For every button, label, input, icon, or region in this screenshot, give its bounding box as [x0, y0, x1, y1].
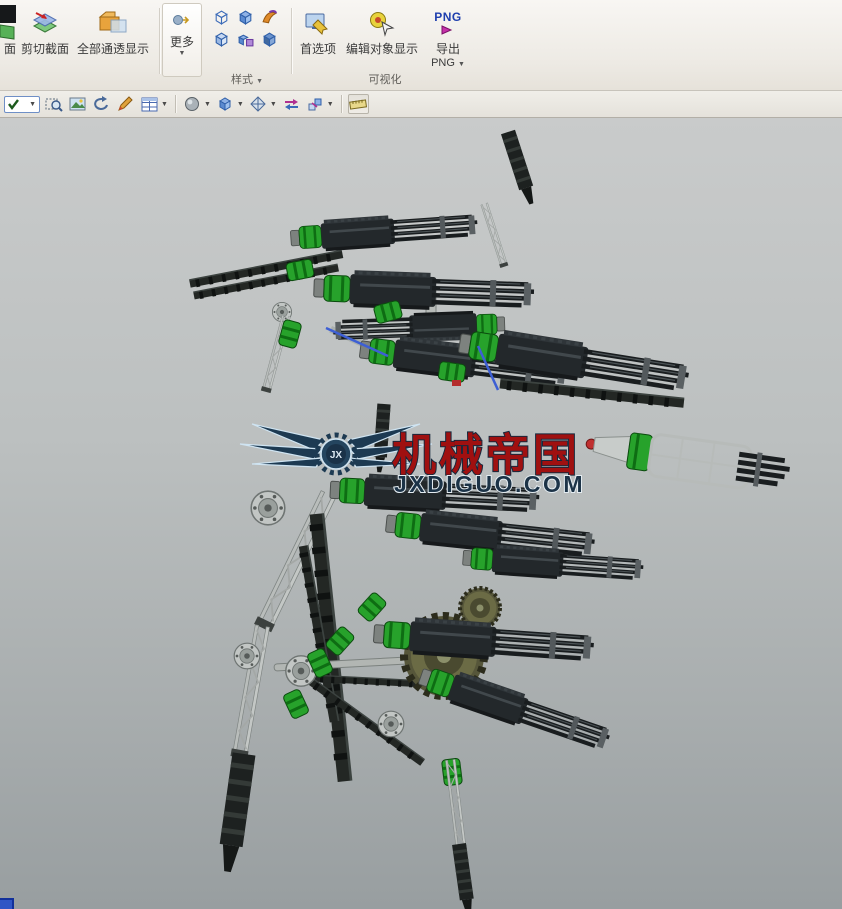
selection-filter-dropdown[interactable]: ▼ [4, 96, 40, 113]
export-label: 导出 [436, 42, 460, 56]
clip-section-icon [31, 5, 59, 41]
style-artistic-icon[interactable] [259, 8, 280, 27]
more-icon [172, 6, 192, 34]
view-orient-icon[interactable] [248, 94, 269, 114]
ribbon: 面 剪切截面 全部通透显示 [0, 0, 842, 91]
show-translucent-label: 全部通透显示 [77, 42, 149, 56]
lower-assembly [216, 472, 644, 909]
style-group: 样式 ▼ [205, 0, 289, 90]
edit-object-display-button[interactable]: 编辑对象显示 [344, 3, 420, 56]
render-cube-icon[interactable] [215, 94, 236, 114]
style-cube-shaded-icon[interactable] [235, 8, 256, 27]
more-label: 更多 [170, 35, 194, 49]
style-cube-light-icon[interactable] [211, 30, 232, 49]
transform-arrow[interactable]: ▼ [327, 101, 334, 108]
more-dropdown-arrow[interactable]: ▼ [179, 50, 186, 58]
grid-dropdown-arrow[interactable]: ▼ [161, 101, 168, 108]
show-translucent-button[interactable]: 全部通透显示 [70, 3, 156, 56]
export-png-button[interactable]: PNG 导出 PNG ▼ [422, 3, 474, 69]
render-cube-arrow[interactable]: ▼ [237, 101, 244, 108]
snapshot-icon[interactable] [67, 94, 88, 114]
clip-section-button[interactable]: 剪切截面 [21, 3, 69, 56]
render-sphere-arrow[interactable]: ▼ [204, 101, 211, 108]
style-cube-pair-icon[interactable] [235, 30, 256, 49]
view-orient-arrow[interactable]: ▼ [270, 101, 277, 108]
quick-toolbar: ▼ ▼ [0, 91, 842, 118]
preferences-icon [304, 5, 332, 41]
edit-object-display-label: 编辑对象显示 [346, 42, 418, 56]
export-png-arrow-icon [440, 24, 456, 36]
ribbon-separator [159, 8, 160, 74]
edit-object-display-icon [368, 5, 396, 41]
side-minigun [583, 425, 792, 495]
watermark-monogram: JX [330, 450, 343, 461]
visualization-group: 首选项 编辑对象显示 PNG 导出 PNG ▼ [294, 0, 476, 90]
ribbon-separator [291, 8, 292, 74]
partial-section-label: 面 [4, 42, 16, 56]
watermark: JX 机械帝国 JXDIGUO.COM [240, 424, 585, 497]
preferences-label: 首选项 [300, 42, 336, 56]
edit-style-icon[interactable] [115, 94, 136, 114]
transform-icon[interactable] [305, 94, 326, 114]
preferences-button[interactable]: 首选项 [294, 3, 342, 56]
toolbar-separator [341, 95, 342, 113]
measure-icon[interactable] [348, 94, 369, 114]
viewport-corner-widget[interactable] [0, 898, 14, 909]
png-badge: PNG [434, 11, 462, 24]
partial-section-button[interactable]: 面 [0, 3, 20, 56]
visualization-group-label: 可视化 [294, 71, 476, 87]
style-cube-wire-icon[interactable] [211, 8, 232, 27]
toolbar-separator [175, 95, 176, 113]
style-group-label[interactable]: 样式 ▼ [205, 71, 289, 87]
zoom-area-icon[interactable] [43, 94, 64, 114]
export-dropdown-arrow: ▼ [458, 61, 465, 68]
more-button[interactable]: 更多 ▼ [162, 3, 202, 77]
style-group-arrow: ▼ [256, 78, 263, 85]
show-translucent-icon [97, 5, 129, 41]
clip-section-label: 剪切截面 [21, 42, 69, 56]
3d-assembly-model[interactable]: JX 机械帝国 JXDIGUO.COM [0, 118, 842, 909]
clip-arrows-icon[interactable] [281, 94, 302, 114]
grid-list-icon[interactable] [139, 94, 160, 114]
upper-assembly [189, 130, 691, 473]
export-sub-label[interactable]: PNG ▼ [431, 57, 465, 69]
watermark-subtitle: JXDIGUO.COM [394, 471, 585, 497]
partial-section-icon [0, 5, 20, 41]
style-cube-dark-icon[interactable] [259, 30, 280, 49]
filter-check-icon [7, 98, 20, 110]
graphics-viewport[interactable]: JX 机械帝国 JXDIGUO.COM [0, 118, 842, 909]
rotate-view-icon[interactable] [91, 94, 112, 114]
render-sphere-icon[interactable] [182, 94, 203, 114]
